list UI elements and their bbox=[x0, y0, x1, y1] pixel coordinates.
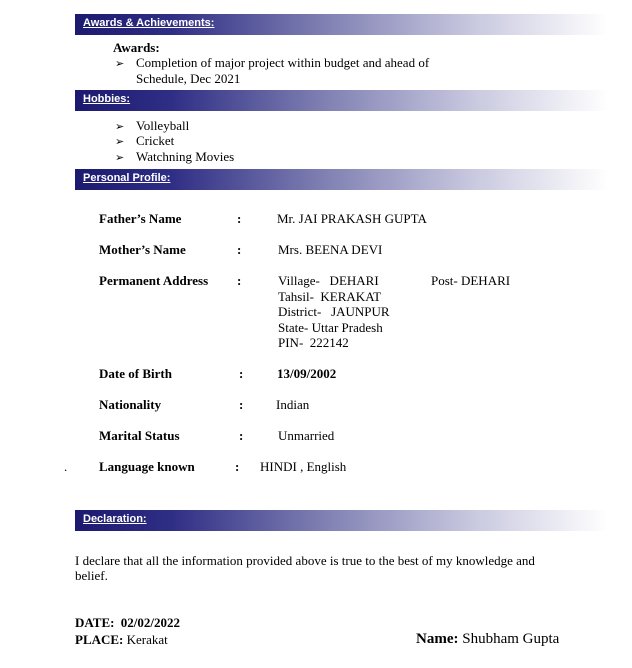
place-label: PLACE: bbox=[75, 632, 124, 647]
bullet-arrow-icon: ➢ bbox=[115, 121, 125, 133]
name-value: Shubham Gupta bbox=[462, 631, 560, 647]
colon-separator: : bbox=[239, 397, 244, 412]
date-line: DATE: 02/02/2022 bbox=[75, 615, 180, 631]
place-line: PLACE: Kerakat bbox=[75, 632, 168, 648]
father-name-label: Father’s Name bbox=[99, 211, 182, 226]
language-value: HINDI , English bbox=[260, 459, 347, 474]
award-item-line2: Schedule, Dec 2021 bbox=[136, 71, 241, 86]
colon-separator: : bbox=[235, 459, 240, 474]
address-village: Village- DEHARI bbox=[278, 273, 379, 288]
language-label: Language known bbox=[99, 459, 195, 474]
hobby-item: Watchning Movies bbox=[136, 149, 235, 164]
date-value: 02/02/2022 bbox=[120, 615, 180, 630]
hobby-item: Volleyball bbox=[136, 118, 190, 133]
stray-dot: . bbox=[64, 459, 68, 474]
declaration-section-title: Declaration: bbox=[83, 513, 147, 525]
profile-section-title: Personal Profile: bbox=[83, 172, 171, 184]
place-value: Kerakat bbox=[126, 632, 168, 647]
declaration-line2: belief. bbox=[75, 568, 108, 583]
marital-status-label: Marital Status bbox=[99, 428, 180, 443]
mother-name-value: Mrs. BEENA DEVI bbox=[278, 242, 383, 257]
address-tahsil: Tahsil- KERAKAT bbox=[278, 289, 382, 304]
signature-name-line: Name: Shubham Gupta bbox=[416, 631, 559, 648]
mother-name-label: Mother’s Name bbox=[99, 242, 186, 257]
name-label: Name: bbox=[416, 631, 459, 647]
bullet-arrow-icon: ➢ bbox=[115, 136, 125, 148]
declaration-section-header: Declaration: bbox=[75, 510, 608, 531]
awards-heading: Awards: bbox=[113, 40, 160, 55]
hobbies-section-title: Hobbies: bbox=[83, 93, 131, 105]
father-name-value: Mr. JAI PRAKASH GUPTA bbox=[277, 211, 427, 226]
colon-separator: : bbox=[239, 366, 244, 381]
declaration-line1: I declare that all the information provi… bbox=[75, 553, 535, 568]
colon-separator: : bbox=[239, 428, 244, 443]
bullet-arrow-icon: ➢ bbox=[115, 58, 125, 70]
awards-section-header: Awards & Achievements: bbox=[75, 14, 608, 35]
dob-label: Date of Birth bbox=[99, 366, 172, 381]
bullet-arrow-icon: ➢ bbox=[115, 152, 125, 164]
colon-separator: : bbox=[237, 211, 242, 226]
marital-status-value: Unmarried bbox=[278, 428, 335, 443]
award-item-line1: Completion of major project within budge… bbox=[136, 55, 430, 70]
colon-separator: : bbox=[237, 242, 242, 257]
address-post: Post- DEHARI bbox=[431, 273, 511, 288]
awards-section-title: Awards & Achievements: bbox=[83, 17, 215, 29]
dob-value: 13/09/2002 bbox=[277, 366, 337, 381]
address-label: Permanent Address bbox=[99, 273, 209, 288]
profile-section-header: Personal Profile: bbox=[75, 169, 608, 190]
colon-separator: : bbox=[237, 273, 242, 288]
address-district: District- JAUNPUR bbox=[278, 304, 390, 319]
nationality-label: Nationality bbox=[99, 397, 162, 412]
address-pin: PIN- 222142 bbox=[278, 335, 349, 350]
address-state: State- Uttar Pradesh bbox=[278, 320, 383, 335]
date-label: DATE: bbox=[75, 615, 115, 630]
nationality-value: Indian bbox=[276, 397, 310, 412]
hobbies-section-header: Hobbies: bbox=[75, 90, 608, 111]
hobby-item: Cricket bbox=[136, 133, 175, 148]
